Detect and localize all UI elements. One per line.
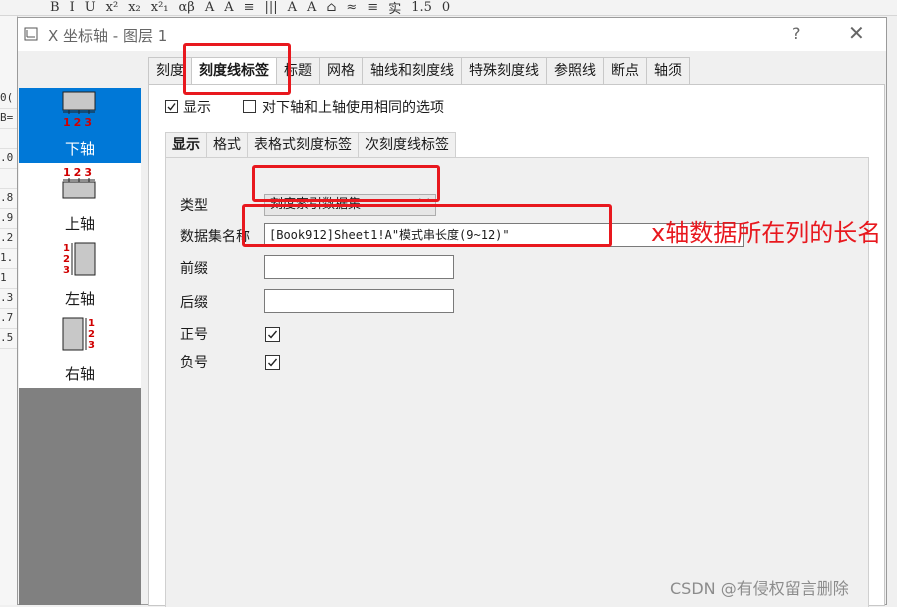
tab-5[interactable]: 特殊刻度线 xyxy=(462,57,547,85)
toolbar-glyph[interactable]: A xyxy=(224,0,233,15)
minus-sign-label: 负号 xyxy=(180,355,208,371)
worksheet-cell xyxy=(0,128,17,149)
toolbar-glyph[interactable]: U xyxy=(85,0,96,15)
sub-tabs: 显示 格式 表格式刻度标签 次刻度线标签 xyxy=(165,132,456,158)
sidebar-item-label: 左轴 xyxy=(64,290,95,308)
sidebar-item-label: 上轴 xyxy=(64,215,95,233)
toolbar-glyph[interactable]: I xyxy=(70,0,75,15)
tab-highlight-box xyxy=(183,43,291,95)
check-icon xyxy=(167,103,176,111)
left-axis-icon: 1 2 3 xyxy=(63,242,96,276)
worksheet-cell: B= xyxy=(0,108,17,129)
worksheet-cell: 1. xyxy=(0,248,17,269)
title-bar: X 坐标轴 - 图层 1 ? ✕ xyxy=(18,18,886,51)
toolbar-glyph[interactable]: 1.5 xyxy=(411,0,432,15)
x-axis-dialog: X 坐标轴 - 图层 1 ? ✕ 刻度 刻度线标签 标题 网格 轴线和刻度线 特殊刻度线参… xyxy=(17,17,887,607)
subtab-2[interactable]: 表格式刻度标签 xyxy=(248,132,359,158)
sidebar-item-right-axis[interactable]: 1 2 3 右轴 xyxy=(19,313,141,388)
toolbar-glyph[interactable]: ≈ xyxy=(346,0,357,15)
axis-dialog-icon xyxy=(24,27,38,41)
tick-label-panel: 显示 对下轴和上轴使用相同的选项 显示 格式 表格式刻度标签 次刻度线标签 类型 刻度… xyxy=(148,84,885,607)
worksheet-cell xyxy=(0,168,17,189)
show-checkbox[interactable] xyxy=(165,100,178,113)
prefix-field[interactable] xyxy=(264,255,454,279)
toolbar-glyph[interactable]: ⌂ xyxy=(326,0,336,15)
type-label: 类型 xyxy=(180,198,208,214)
tab-7[interactable]: 断点 xyxy=(604,57,647,85)
svg-text:2: 2 xyxy=(63,254,70,265)
dialog-title: X 坐标轴 - 图层 1 xyxy=(48,27,168,45)
toolbar-glyph[interactable]: A xyxy=(307,0,316,15)
toolbar-glyph[interactable]: ≡ xyxy=(244,0,255,15)
sidebar-item-top-axis[interactable]: 123 上轴 xyxy=(19,163,141,238)
subtab-0[interactable]: 显示 xyxy=(165,132,207,158)
tab-6[interactable]: 参照线 xyxy=(547,57,604,85)
toolbar-glyph[interactable]: A xyxy=(205,0,214,15)
suffix-label: 后缀 xyxy=(180,295,208,311)
svg-text:3: 3 xyxy=(88,340,95,351)
axis-sidebar: 123 下轴 123 上轴 1 2 3 左轴 1 2 3 右轴 xyxy=(19,88,141,605)
bottom-axis-icon: 123 xyxy=(62,91,96,128)
same-options-checkbox[interactable] xyxy=(243,100,256,113)
help-button[interactable]: ? xyxy=(792,24,801,43)
same-options-label: 对下轴和上轴使用相同的选项 xyxy=(262,100,444,116)
app-toolbar: B I Ux² x₂ x²₁ αβ A A ≡ ||| A A ⌂ ≈ ≡ 实 1.5 0 xyxy=(0,0,897,16)
tab-3[interactable]: 网格 xyxy=(320,57,363,85)
suffix-field[interactable] xyxy=(264,289,454,313)
worksheet-cell: 0( xyxy=(0,88,17,109)
close-button[interactable]: ✕ xyxy=(848,21,865,45)
tab-4[interactable]: 轴线和刻度线 xyxy=(363,57,462,85)
sidebar-item-label: 右轴 xyxy=(64,365,95,383)
svg-text:123: 123 xyxy=(63,166,95,179)
check-icon xyxy=(268,330,278,339)
minus-sign-checkbox[interactable] xyxy=(265,355,280,370)
toolbar-glyph[interactable]: x₂ xyxy=(128,0,141,15)
watermark: CSDN @有侵权留言删除 xyxy=(670,579,849,598)
right-axis-icon: 1 2 3 xyxy=(62,317,95,351)
plus-sign-label: 正号 xyxy=(180,327,208,343)
check-icon xyxy=(268,358,278,367)
svg-text:1: 1 xyxy=(63,243,70,254)
type-highlight-box xyxy=(252,165,440,202)
annotation-text: x轴数据所在列的长名 xyxy=(651,219,882,247)
sidebar-item-bottom-axis[interactable]: 123 下轴 xyxy=(19,88,141,163)
app-worksheet-column: 0(B= .0 .8.9.2 1. 1.3.7.5 xyxy=(0,16,18,605)
top-axis-icon: 123 xyxy=(62,166,96,199)
worksheet-cell: .0 xyxy=(0,148,17,169)
svg-text:2: 2 xyxy=(88,329,95,340)
subtab-1[interactable]: 格式 xyxy=(207,132,248,158)
svg-text:1: 1 xyxy=(88,318,95,329)
worksheet-cell: .2 xyxy=(0,228,17,249)
sidebar-item-left-axis[interactable]: 1 2 3 左轴 xyxy=(19,238,141,313)
svg-text:123: 123 xyxy=(63,116,95,128)
toolbar-glyph[interactable]: x²₁ xyxy=(151,0,169,15)
worksheet-cell: .8 xyxy=(0,188,17,209)
toolbar-glyph[interactable]: 实 xyxy=(388,0,401,15)
toolbar-glyph[interactable]: A xyxy=(288,0,297,15)
prefix-label: 前缀 xyxy=(180,261,208,277)
sidebar-item-label: 下轴 xyxy=(64,140,95,158)
toolbar-glyph[interactable]: ||| xyxy=(265,0,278,15)
worksheet-cell: .5 xyxy=(0,328,17,349)
worksheet-cell: 1 xyxy=(0,268,17,289)
svg-text:3: 3 xyxy=(63,265,70,276)
toolbar-glyph[interactable]: B xyxy=(50,0,60,15)
toolbar-glyph[interactable]: αβ xyxy=(179,0,195,15)
toolbar-glyph[interactable]: 0 xyxy=(442,0,450,15)
tab-8[interactable]: 轴须 xyxy=(647,57,690,85)
dataset-highlight-box xyxy=(242,204,612,247)
worksheet-cell: .9 xyxy=(0,208,17,229)
plus-sign-checkbox[interactable] xyxy=(265,327,280,342)
toolbar-glyph[interactable]: x² xyxy=(106,0,119,15)
toolbar-glyph[interactable]: ≡ xyxy=(367,0,378,15)
worksheet-cell: .7 xyxy=(0,308,17,329)
worksheet-cell: .3 xyxy=(0,288,17,309)
dataset-name-label: 数据集名称 xyxy=(180,229,250,245)
show-label: 显示 xyxy=(183,100,211,116)
subtab-3[interactable]: 次刻度线标签 xyxy=(359,132,456,158)
